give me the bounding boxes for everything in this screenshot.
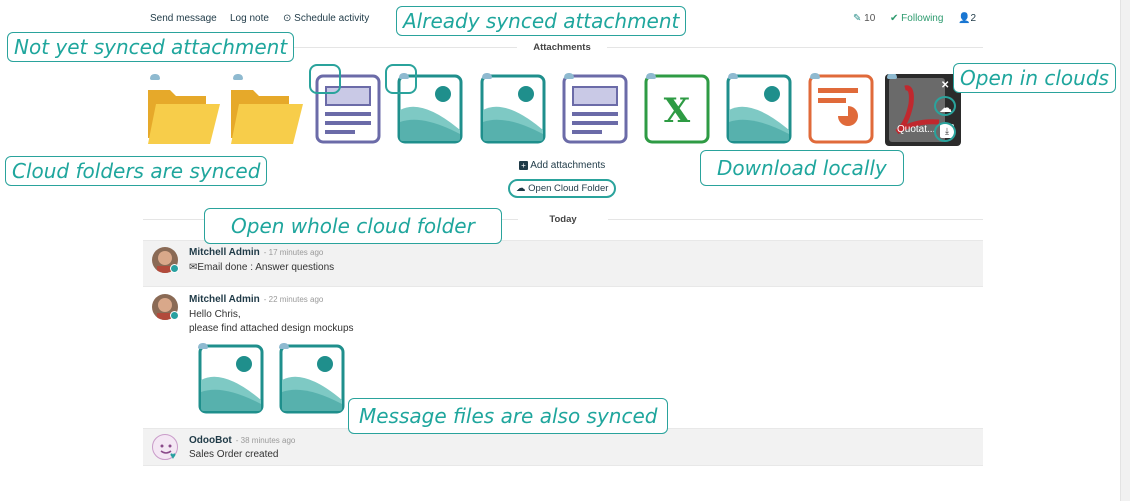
- message-author: OdooBot - 38 minutes ago: [189, 435, 295, 446]
- online-status-dot: [170, 264, 179, 273]
- send-message-button[interactable]: Send message: [150, 13, 217, 24]
- cloud-folder-1[interactable]: [146, 74, 222, 146]
- cloud-sync-icon: [150, 74, 160, 80]
- log-note-button[interactable]: Log note: [230, 13, 269, 24]
- cloud-folder-2[interactable]: [229, 74, 305, 146]
- message-author: Mitchell Admin - 17 minutes ago: [189, 247, 323, 258]
- callout-open-whole-folder: Open whole cloud folder: [204, 208, 502, 244]
- schedule-activity-label: Schedule activity: [294, 13, 370, 24]
- message-time: - 38 minutes ago: [235, 436, 296, 445]
- user-icon: 👤: [958, 13, 971, 24]
- open-cloud-folder-button[interactable]: ☁ Open Cloud Folder: [508, 179, 617, 198]
- schedule-activity-button[interactable]: ⊙ Schedule activity: [283, 13, 369, 24]
- cloud-sync-icon: [482, 73, 492, 79]
- presentation-icon: [808, 74, 874, 144]
- heart-icon: ♥: [170, 451, 176, 462]
- folder-icon: [231, 90, 303, 144]
- close-icon[interactable]: ✕: [941, 80, 949, 91]
- folder-icon: [148, 90, 220, 144]
- cloud-sync-icon: [887, 74, 897, 79]
- image-icon: [198, 344, 264, 414]
- add-attachments-button[interactable]: + Add attachments: [519, 160, 605, 171]
- message-attachment-image-2[interactable]: [279, 343, 345, 414]
- image-icon: [279, 344, 345, 414]
- today-label: Today: [518, 214, 608, 225]
- cloud-sync-icon: [810, 73, 820, 79]
- attachment-presentation[interactable]: [808, 73, 874, 144]
- svg-text:X: X: [664, 91, 691, 131]
- highlight-download-button: [934, 122, 956, 142]
- following-button[interactable]: ✔ Following: [890, 13, 943, 24]
- online-status-dot: [170, 311, 179, 320]
- following-label: Following: [901, 13, 944, 24]
- message-time: - 22 minutes ago: [263, 295, 324, 304]
- followers-button[interactable]: 👤2: [958, 13, 976, 24]
- author-name: Mitchell Admin: [189, 294, 260, 305]
- cloud-sync-icon: [198, 343, 208, 349]
- attachment-image[interactable]: [480, 73, 546, 144]
- followers-count: 2: [970, 13, 977, 24]
- excel-icon: X: [644, 74, 710, 144]
- callout-message-files: Message files are also synced: [348, 398, 669, 434]
- open-cloud-folder-label: Open Cloud Folder: [528, 183, 609, 194]
- highlight-cloud-button: [934, 96, 956, 116]
- message-body: ✉Email done : Answer questions: [189, 262, 334, 273]
- message-author: Mitchell Admin - 22 minutes ago: [189, 294, 323, 305]
- author-name: Mitchell Admin: [189, 247, 260, 258]
- cloud-sync-icon: [279, 343, 289, 349]
- author-name: OdooBot: [189, 435, 232, 446]
- callout-not-synced: Not yet synced attachment: [7, 32, 295, 62]
- cloud-sync-icon: [646, 73, 656, 79]
- callout-download-locally: Download locally: [700, 150, 904, 186]
- pdf-filename: Quotat...: [897, 124, 936, 135]
- cloud-sync-icon: [728, 73, 738, 79]
- attachment-document[interactable]: [562, 73, 628, 144]
- callout-already-synced: Already synced attachment: [396, 6, 687, 36]
- callout-open-clouds: Open in clouds: [953, 63, 1116, 93]
- attachment-image-2[interactable]: [726, 73, 792, 144]
- cloud-icon: ☁: [516, 183, 526, 194]
- attachment-spreadsheet[interactable]: X: [644, 73, 710, 144]
- message-body: Sales Order created: [189, 449, 279, 460]
- message-line-1: Hello Chris,: [189, 309, 241, 320]
- document-icon: [562, 74, 628, 144]
- image-icon: [480, 74, 546, 144]
- image-icon: [726, 74, 792, 144]
- page-scrollbar[interactable]: [1120, 0, 1130, 501]
- message-text: Email done : Answer questions: [197, 262, 335, 273]
- highlight-unsynced: [309, 64, 341, 94]
- clock-icon: ⊙: [283, 13, 292, 24]
- message-time: - 17 minutes ago: [263, 248, 324, 257]
- add-attachments-label: Add attachments: [530, 160, 606, 171]
- cloud-sync-icon: [564, 73, 574, 79]
- attachments-counter-button[interactable]: ✎ 10: [853, 13, 875, 24]
- paperclip-icon: ✎: [853, 13, 862, 24]
- attachments-count: 10: [864, 13, 876, 24]
- cloud-sync-icon: [233, 74, 243, 80]
- callout-cloud-folders: Cloud folders are synced: [5, 156, 268, 186]
- attachments-title: Attachments: [517, 42, 607, 53]
- highlight-synced: [385, 64, 417, 94]
- check-icon: ✔: [890, 13, 899, 24]
- message-attachment-image-1[interactable]: [198, 343, 264, 414]
- plus-icon: +: [519, 161, 528, 170]
- message-line-2: please find attached design mockups: [189, 323, 354, 334]
